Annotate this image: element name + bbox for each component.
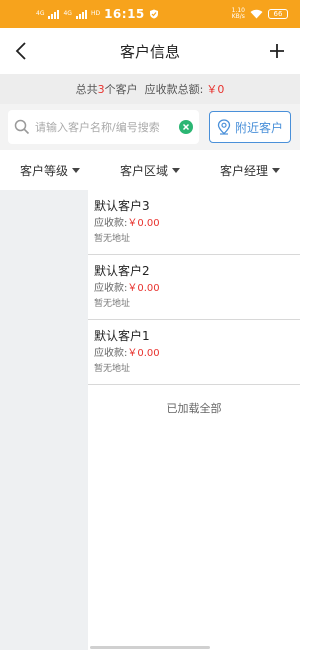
search-row: 附近客户 bbox=[0, 104, 300, 150]
customer-address: 暂无地址 bbox=[94, 234, 131, 244]
chevron-left-icon bbox=[15, 42, 26, 60]
filter-bar: 客户等级 客户区域 客户经理 bbox=[0, 150, 300, 190]
network-b-label: 4G bbox=[63, 10, 72, 17]
customer-receivable: 应收款:￥0.00 bbox=[94, 282, 300, 295]
customer-item[interactable]: 默认客户1 应收款:￥0.00 暂无地址 bbox=[88, 320, 300, 385]
customer-name: 默认客户2 bbox=[94, 264, 150, 278]
search-icon bbox=[14, 119, 30, 135]
caret-down-icon bbox=[72, 167, 80, 173]
receivable-amount: ￥0.00 bbox=[127, 218, 160, 229]
check-shield-icon bbox=[149, 9, 158, 19]
summary-suffix: 个客户 应收款总额: bbox=[104, 83, 204, 96]
filter-customer-region[interactable]: 客户区域 bbox=[100, 150, 200, 190]
receivable-amount: ￥0.00 bbox=[127, 283, 160, 294]
filter-customer-manager[interactable]: 客户经理 bbox=[200, 150, 300, 190]
customer-count: 3 bbox=[97, 82, 105, 96]
customer-item[interactable]: 默认客户3 应收款:￥0.00 暂无地址 bbox=[88, 190, 300, 255]
net-speed-unit: KB/s bbox=[231, 13, 245, 20]
hd-badge: HD bbox=[90, 10, 101, 17]
receivable-amount: ￥0.00 bbox=[127, 348, 160, 359]
receivable-label: 应收款: bbox=[94, 283, 128, 294]
filter-label: 客户区域 bbox=[119, 163, 168, 178]
customer-summary: 总共 3 个客户 应收款总额: ￥0 bbox=[0, 74, 300, 104]
receivable-label: 应收款: bbox=[94, 348, 128, 359]
customer-list: 默认客户3 应收款:￥0.00 暂无地址 默认客户2 应收款:￥0.00 暂无地… bbox=[88, 190, 300, 385]
receivable-total: ￥0 bbox=[206, 83, 225, 96]
status-time: 16:15 bbox=[104, 7, 145, 21]
plus-icon bbox=[270, 44, 284, 58]
nearby-customers-button[interactable]: 附近客户 bbox=[209, 111, 291, 143]
caret-down-icon bbox=[172, 167, 180, 173]
caret-down-icon bbox=[272, 167, 280, 173]
receivable-label: 应收款: bbox=[94, 218, 128, 229]
filter-label: 客户等级 bbox=[19, 163, 68, 178]
filter-customer-level[interactable]: 客户等级 bbox=[0, 150, 100, 190]
category-sidebar bbox=[0, 190, 88, 650]
status-bar: 4G 4G HD 16:15 1.10 KB/s 66 bbox=[0, 0, 300, 28]
home-indicator[interactable] bbox=[90, 646, 210, 649]
all-loaded-text: 已加载全部 bbox=[166, 402, 222, 415]
wifi-icon bbox=[250, 9, 263, 19]
page-title: 客户信息 bbox=[119, 42, 180, 61]
signal-icon bbox=[48, 9, 60, 19]
location-pin-icon bbox=[217, 119, 231, 135]
battery-icon: 66 bbox=[268, 9, 288, 19]
search-input[interactable] bbox=[35, 120, 179, 134]
customer-address: 暂无地址 bbox=[94, 299, 131, 309]
add-customer-button[interactable] bbox=[262, 36, 292, 66]
signal-icon bbox=[75, 9, 87, 19]
customer-name: 默认客户1 bbox=[94, 329, 150, 343]
clear-icon[interactable] bbox=[179, 120, 193, 134]
filter-label: 客户经理 bbox=[219, 163, 268, 178]
customer-name: 默认客户3 bbox=[94, 199, 150, 213]
customer-address: 暂无地址 bbox=[94, 364, 131, 374]
customer-receivable: 应收款:￥0.00 bbox=[94, 347, 300, 360]
network-a-label: 4G bbox=[36, 10, 45, 17]
summary-prefix: 总共 bbox=[75, 83, 98, 96]
nav-bar: 客户信息 bbox=[0, 28, 300, 74]
customer-receivable: 应收款:￥0.00 bbox=[94, 217, 300, 230]
search-box bbox=[8, 110, 199, 144]
back-button[interactable] bbox=[6, 36, 36, 66]
nearby-customers-label: 附近客户 bbox=[234, 120, 283, 135]
customer-item[interactable]: 默认客户2 应收款:￥0.00 暂无地址 bbox=[88, 255, 300, 320]
